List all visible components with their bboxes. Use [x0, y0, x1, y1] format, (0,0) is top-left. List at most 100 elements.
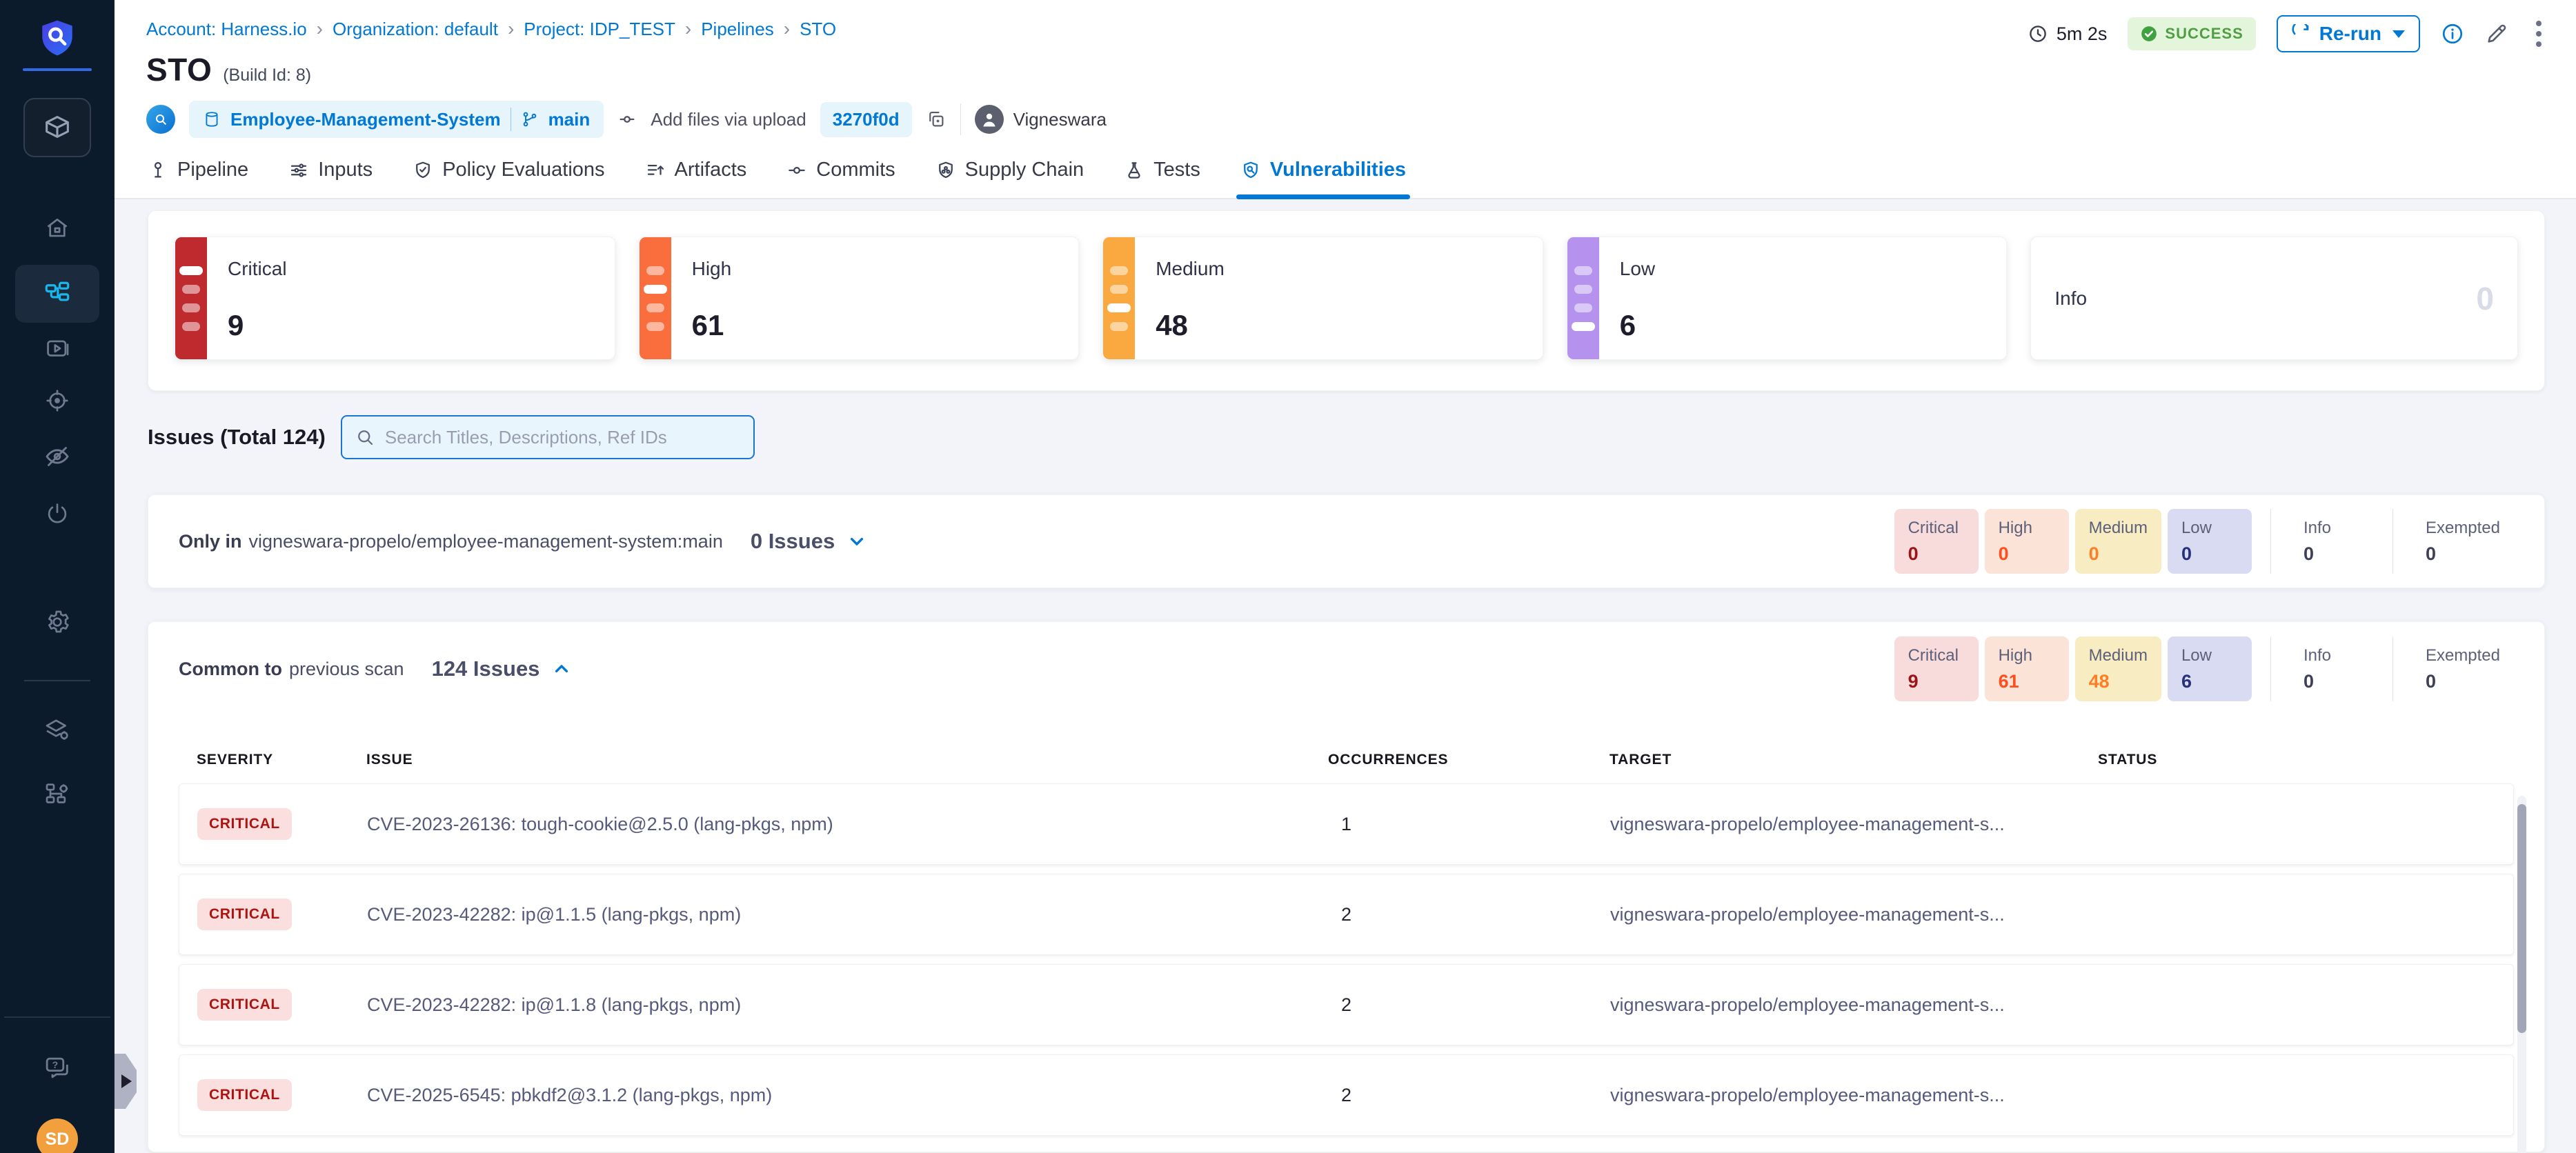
issue-title[interactable]: CVE-2025-6545: pbkdf2@3.1.2 (lang-pkgs, …: [367, 1085, 1312, 1106]
tab-supply-chain[interactable]: Supply Chain: [935, 159, 1084, 198]
branch-name[interactable]: main: [548, 109, 591, 130]
severity-level-bar: [644, 285, 667, 294]
summary-card-low[interactable]: Low 6: [1567, 237, 2008, 360]
issue-row[interactable]: CRITICAL CVE-2023-42282: ip@1.1.8 (lang-…: [179, 964, 2514, 1045]
status-badge: SUCCESS: [2128, 17, 2255, 50]
sidebar-item-project-setup[interactable]: [0, 716, 115, 744]
vulnerabilities-icon: [1240, 160, 1261, 181]
severity-strip: [1103, 237, 1135, 359]
severity-badge: CRITICAL: [197, 808, 292, 840]
issue-title[interactable]: CVE-2023-26136: tough-cookie@2.5.0 (lang…: [367, 814, 1312, 835]
chip-critical[interactable]: Critical 9: [1894, 636, 1979, 701]
commit-sha[interactable]: 3270f0d: [820, 102, 912, 137]
layers-gear-icon: [43, 716, 71, 744]
tab-label: Vulnerabilities: [1270, 159, 1406, 181]
summary-card-info[interactable]: Info 0: [2030, 237, 2518, 360]
column-header-target: TARGET: [1582, 752, 2070, 768]
issues-table-body: CRITICAL CVE-2023-26136: tough-cookie@2.…: [179, 783, 2514, 1136]
edit-pipeline-button[interactable]: [2485, 22, 2508, 46]
sidebar-item-baselines[interactable]: [0, 443, 115, 470]
tab-vulnerabilities[interactable]: Vulnerabilities: [1240, 159, 1406, 198]
commit-message[interactable]: Add files via upload: [651, 109, 806, 130]
breadcrumb-link[interactable]: Organization: default: [333, 19, 498, 40]
chip-label: Medium: [2089, 646, 2148, 665]
only-in-section[interactable]: Only in vigneswara-propelo/employee-mana…: [148, 494, 2545, 588]
breadcrumb-link[interactable]: Project: IDP_TEST: [524, 19, 675, 40]
power-icon: [44, 501, 70, 527]
chip-low[interactable]: Low 0: [2168, 509, 2252, 574]
chip-value: 61: [1999, 671, 2055, 692]
scrollbar-thumb[interactable]: [2517, 804, 2526, 1033]
issue-title[interactable]: CVE-2023-42282: ip@1.1.5 (lang-pkgs, npm…: [367, 904, 1312, 925]
repository-icon: [203, 110, 221, 128]
sidebar-item-organizations[interactable]: [0, 780, 115, 808]
sidebar-item-getting-started[interactable]: [0, 501, 115, 527]
chip-value: 0: [1999, 543, 2055, 565]
chip-info[interactable]: Info 0: [2290, 636, 2374, 701]
module-accent-line: [23, 68, 92, 71]
user-avatar[interactable]: SD: [37, 1119, 78, 1153]
sidebar-item-executions[interactable]: [0, 336, 115, 362]
chip-medium[interactable]: Medium 0: [2075, 509, 2161, 574]
chip-high[interactable]: High 61: [1985, 636, 2069, 701]
issue-row[interactable]: CRITICAL CVE-2023-26136: tough-cookie@2.…: [179, 783, 2514, 865]
commits-icon: [786, 160, 807, 181]
rerun-button[interactable]: Re-run: [2277, 15, 2420, 52]
summary-card-medium[interactable]: Medium 48: [1102, 237, 1543, 360]
sidebar-item-settings[interactable]: [0, 608, 115, 636]
more-options-button[interactable]: [2529, 18, 2548, 50]
tab-pipeline[interactable]: Pipeline: [148, 159, 248, 198]
tab-inputs[interactable]: Inputs: [288, 159, 373, 198]
issue-row[interactable]: CRITICAL CVE-2025-6545: pbkdf2@3.1.2 (la…: [179, 1054, 2514, 1136]
breadcrumb-link[interactable]: Account: Harness.io: [146, 19, 307, 40]
breadcrumb-link[interactable]: STO: [800, 19, 836, 40]
copy-sha-button[interactable]: [926, 109, 947, 130]
tab-tests[interactable]: Tests: [1124, 159, 1200, 198]
repo-branch-pill[interactable]: Employee-Management-System main: [189, 101, 604, 138]
inputs-icon: [288, 160, 309, 181]
repo-name[interactable]: Employee-Management-System: [230, 109, 501, 130]
severity-filter-chips: Critical 0 High 0 Medium 0 Low 0 Info 0 …: [1894, 509, 2514, 574]
chip-low[interactable]: Low 6: [2168, 636, 2252, 701]
tab-artifacts[interactable]: Artifacts: [645, 159, 747, 198]
chip-exempted[interactable]: Exempted 0: [2412, 636, 2514, 701]
chip-value: 0: [1908, 543, 1965, 565]
summary-card-critical[interactable]: Critical 9: [175, 237, 615, 360]
common-to-header[interactable]: Common to previous scan 124 Issues Criti…: [179, 622, 2514, 716]
chip-high[interactable]: High 0: [1985, 509, 2069, 574]
sidebar-item-help[interactable]: ?: [0, 1054, 115, 1083]
sidebar-item-targets[interactable]: [0, 388, 115, 414]
breadcrumb-link[interactable]: Pipelines: [701, 19, 774, 40]
severity-level-bar: [1572, 322, 1595, 331]
severity-level-bar: [179, 266, 203, 275]
chip-info[interactable]: Info 0: [2290, 509, 2374, 574]
tab-commits[interactable]: Commits: [786, 159, 895, 198]
chip-medium[interactable]: Medium 48: [2075, 636, 2161, 701]
issues-search[interactable]: [341, 415, 755, 459]
issue-title[interactable]: CVE-2023-42282: ip@1.1.8 (lang-pkgs, npm…: [367, 994, 1312, 1016]
search-input[interactable]: [385, 427, 741, 448]
tab-policy-evaluations[interactable]: Policy Evaluations: [413, 159, 604, 198]
issue-row[interactable]: CRITICAL CVE-2023-42282: ip@1.1.5 (lang-…: [179, 874, 2514, 955]
sidebar-item-home[interactable]: [0, 215, 115, 241]
summary-card-high[interactable]: High 61: [639, 237, 1080, 360]
card-label: Low: [1620, 258, 1655, 280]
chip-critical[interactable]: Critical 0: [1894, 509, 1979, 574]
section-prefix: Common to: [179, 659, 282, 680]
sidebar-item-pipelines[interactable]: [15, 265, 99, 323]
commit-icon: [617, 110, 637, 129]
rerun-dropdown-caret[interactable]: [2392, 30, 2405, 38]
refresh-icon: [2292, 24, 2311, 43]
module-switcher-button[interactable]: [23, 98, 91, 157]
expand-arrow-icon: [121, 1074, 132, 1088]
breadcrumb-separator: ›: [784, 18, 790, 40]
chip-divider: [2270, 636, 2271, 701]
chevron-up-icon[interactable]: [551, 658, 573, 680]
chip-exempted[interactable]: Exempted 0: [2412, 509, 2514, 574]
chevron-down-icon[interactable]: [846, 530, 868, 552]
column-header-status: STATUS: [2070, 752, 2514, 768]
chip-label: Info: [2303, 646, 2360, 665]
table-scrollbar[interactable]: [2517, 796, 2526, 1153]
app-root: ? SD Account: Harness.io › Organization: d…: [0, 0, 2576, 1153]
run-info-button[interactable]: [2441, 22, 2464, 46]
